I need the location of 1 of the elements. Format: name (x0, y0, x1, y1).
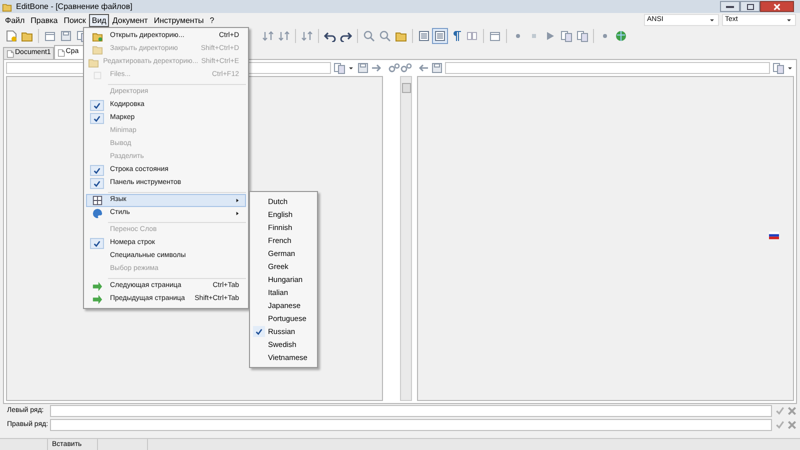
window-title: EditBone - [Сравнение файлов] (16, 2, 132, 10)
